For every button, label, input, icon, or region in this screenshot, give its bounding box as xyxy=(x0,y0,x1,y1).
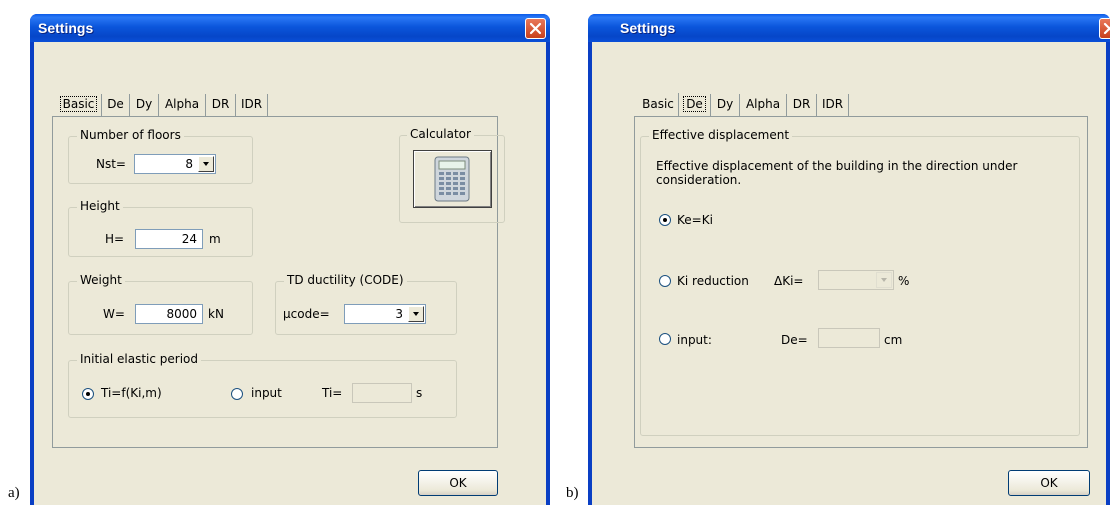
dki-combo[interactable] xyxy=(818,270,894,290)
height-group: Height H= 24 m xyxy=(68,199,253,257)
nst-value: 8 xyxy=(185,157,193,171)
de-label: De= xyxy=(781,333,808,347)
ti-input-label: input xyxy=(251,386,282,400)
description-text: Effective displacement of the building i… xyxy=(656,159,1018,187)
chevron-down-icon[interactable] xyxy=(198,156,214,172)
mucode-combo[interactable]: 3 xyxy=(344,304,426,324)
de-input-label: input: xyxy=(677,333,712,347)
weight-input[interactable]: 8000 xyxy=(135,304,203,324)
ti-unit: s xyxy=(416,386,423,400)
ductility-group: TD ductility (CODE) μcode= 3 xyxy=(275,273,457,335)
settings-window-b: Settings Effective displacement Effectiv… xyxy=(588,14,1110,505)
mucode-value: 3 xyxy=(395,307,403,321)
title-bar: Settings xyxy=(30,14,550,42)
close-icon xyxy=(1103,22,1110,35)
tab-idr[interactable]: IDR xyxy=(235,94,268,116)
ke-ki-radio[interactable] xyxy=(659,214,671,226)
ductility-group-title: TD ductility (CODE) xyxy=(284,273,407,287)
close-icon xyxy=(529,22,542,35)
weight-group-title: Weight xyxy=(77,273,125,287)
tab-panel: Number of floors Nst= 8 Calculator Heigh… xyxy=(52,116,505,448)
w-label: W= xyxy=(103,307,125,321)
height-unit: m xyxy=(209,232,221,246)
tab-alpha[interactable]: Alpha xyxy=(739,94,786,116)
floors-group: Number of floors Nst= 8 xyxy=(68,128,253,184)
ki-reduction-radio[interactable] xyxy=(659,275,671,287)
tab-basic[interactable]: Basic xyxy=(638,94,678,116)
height-input[interactable]: 24 xyxy=(135,229,203,249)
h-label: H= xyxy=(105,232,125,246)
period-group-title: Initial elastic period xyxy=(77,352,202,366)
ki-reduction-label: Ki reduction xyxy=(677,274,749,288)
panel-b-caption: b) xyxy=(566,485,579,501)
ke-ki-label: Ke=Ki xyxy=(677,213,713,227)
de-unit: cm xyxy=(884,333,903,347)
panel-a-caption: a) xyxy=(8,485,20,501)
de-input[interactable] xyxy=(818,328,880,348)
tab-panel: Effective displacement Effective displac… xyxy=(634,116,1088,448)
tab-basic[interactable]: Basic xyxy=(56,93,101,117)
calculator-icon xyxy=(434,156,470,202)
nst-label: Nst= xyxy=(96,157,126,171)
title-bar: Settings xyxy=(588,14,1110,42)
weight-group: Weight W= 8000 kN xyxy=(68,273,253,335)
floors-group-title: Number of floors xyxy=(77,128,184,142)
ti-input-radio[interactable] xyxy=(231,388,243,400)
settings-window-a: Settings Number of floors Nst= 8 Calcula… xyxy=(30,14,550,505)
effective-displacement-group: Effective displacement Effective displac… xyxy=(640,128,1080,436)
window-title: Settings xyxy=(620,20,676,36)
ok-button[interactable]: OK xyxy=(1008,470,1090,496)
dialog-client: Number of floors Nst= 8 Calculator Heigh… xyxy=(34,42,546,505)
ti-label: Ti= xyxy=(322,386,343,400)
nst-combo[interactable]: 8 xyxy=(134,154,216,174)
weight-unit: kN xyxy=(208,307,224,321)
ti-formula-label: Ti=f(Ki,m) xyxy=(101,386,162,400)
tab-alpha[interactable]: Alpha xyxy=(158,94,205,116)
de-input-radio[interactable] xyxy=(659,333,671,345)
tab-dr[interactable]: DR xyxy=(786,94,816,116)
close-button[interactable] xyxy=(1099,18,1110,39)
height-group-title: Height xyxy=(77,199,123,213)
tab-dy[interactable]: Dy xyxy=(129,94,158,116)
close-button[interactable] xyxy=(525,18,546,39)
calculator-button[interactable] xyxy=(413,150,492,208)
period-group: Initial elastic period Ti=f(Ki,m) input … xyxy=(68,352,457,418)
dki-label: ΔKi= xyxy=(774,274,804,288)
chevron-down-icon[interactable] xyxy=(876,272,892,288)
calculator-group-title: Calculator xyxy=(407,127,474,141)
mucode-label: μcode= xyxy=(283,307,330,321)
tab-dr[interactable]: DR xyxy=(205,94,235,116)
calculator-group: Calculator xyxy=(399,127,505,223)
tab-idr[interactable]: IDR xyxy=(816,94,849,116)
ok-button[interactable]: OK xyxy=(418,470,498,496)
effective-displacement-title: Effective displacement xyxy=(649,128,793,142)
tab-de[interactable]: De xyxy=(101,94,129,116)
chevron-down-icon[interactable] xyxy=(408,306,424,322)
tab-dy[interactable]: Dy xyxy=(710,94,739,116)
ti-formula-radio[interactable] xyxy=(82,388,94,400)
window-title: Settings xyxy=(38,20,94,36)
dki-unit: % xyxy=(898,274,910,288)
tab-de[interactable]: De xyxy=(678,93,710,117)
ti-input[interactable] xyxy=(352,383,412,403)
dialog-client: Effective displacement Effective displac… xyxy=(592,42,1106,505)
